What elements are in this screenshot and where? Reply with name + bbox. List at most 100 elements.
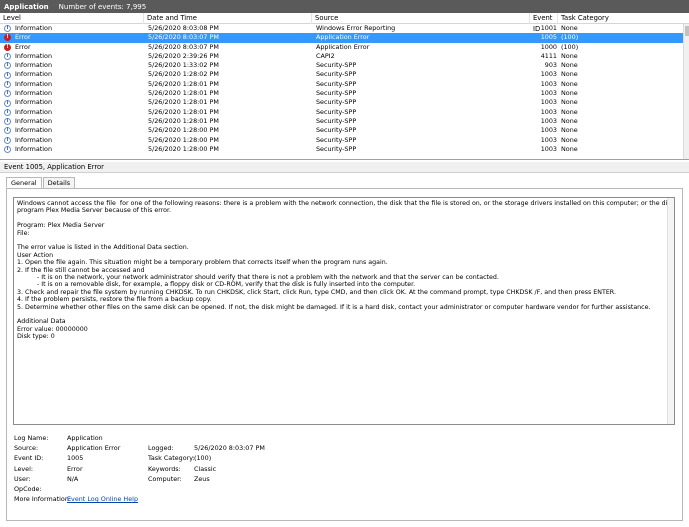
- general-panel: Windows cannot access the file for one o…: [6, 188, 683, 521]
- event-row[interactable]: i Information 5/26/2020 1:28:01 PM Security…: [0, 108, 683, 117]
- event-date: 5/26/2020 1:28:01 PM: [148, 107, 219, 116]
- event-task: None: [561, 89, 578, 98]
- description-line: Error value: 00000000: [17, 325, 88, 333]
- scroll-thumb[interactable]: [685, 26, 689, 36]
- event-date: 5/26/2020 2:39:26 PM: [148, 51, 219, 60]
- event-date: 5/26/2020 1:28:01 PM: [148, 89, 219, 98]
- event-level-text: Information: [15, 24, 52, 32]
- description-line: 5. Determine whether other files on the …: [17, 303, 651, 311]
- event-level: i Information: [4, 61, 144, 70]
- error-icon: !: [4, 43, 11, 51]
- prop-row: OpCode:: [14, 484, 674, 494]
- event-row[interactable]: ! Error 5/26/2020 8:03:07 PM Application Er…: [0, 43, 683, 52]
- keywords-value: Classic: [194, 464, 217, 473]
- event-level: i Information: [4, 52, 144, 61]
- event-description[interactable]: Windows cannot access the file for one o…: [13, 197, 675, 425]
- event-task: None: [561, 79, 578, 88]
- column-level[interactable]: Level: [0, 13, 144, 24]
- event-detail-title: Event 1005, Application Error: [0, 162, 689, 173]
- tab-details[interactable]: Details: [42, 177, 76, 188]
- tab-general[interactable]: General: [6, 177, 42, 188]
- prop-row: Event ID: 1005 Task Category: (100): [14, 453, 674, 463]
- detail-tabs: General Details: [6, 177, 76, 188]
- column-event-id[interactable]: Event ID: [530, 13, 558, 33]
- event-source: CAPI2: [316, 51, 335, 60]
- prop-row: User: N/A Computer: Zeus: [14, 474, 674, 484]
- logged-value: 5/26/2020 8:03:07 PM: [194, 444, 265, 453]
- event-row[interactable]: i Information 5/26/2020 1:28:01 PM Security…: [0, 80, 683, 89]
- event-source: Windows Error Reporting: [316, 24, 396, 32]
- description-scrollbar[interactable]: [667, 198, 674, 424]
- list-scrollbar[interactable]: [683, 24, 689, 159]
- event-level: i Information: [4, 80, 144, 89]
- event-task: None: [561, 98, 578, 107]
- event-date: 5/26/2020 1:28:00 PM: [148, 126, 219, 135]
- keywords-label: Keywords:: [148, 464, 181, 473]
- event-task: None: [561, 144, 578, 153]
- info-icon: i: [4, 118, 11, 126]
- info-icon: i: [4, 71, 11, 79]
- event-id: 1003: [540, 135, 557, 144]
- event-row[interactable]: i Information 5/26/2020 1:28:00 PM Security…: [0, 126, 683, 135]
- event-row[interactable]: i Information 5/26/2020 2:39:26 PM CAPI2 411…: [0, 52, 683, 61]
- description-line: - It is on the network, your network adm…: [17, 274, 499, 282]
- event-id: 1003: [540, 107, 557, 116]
- log-name-value: Application: [67, 434, 103, 442]
- column-task-category[interactable]: Task Category: [558, 13, 689, 24]
- event-level-text: Information: [15, 70, 52, 79]
- event-list[interactable]: Level Date and Time Source Event ID Task…: [0, 13, 689, 160]
- event-level-text: Information: [15, 144, 52, 153]
- logged-label: Logged:: [148, 444, 174, 453]
- event-row[interactable]: i Information 5/26/2020 1:28:00 PM Security…: [0, 145, 683, 154]
- event-list-header: Level Date and Time Source Event ID Task…: [0, 13, 689, 33]
- event-row[interactable]: i Information 5/26/2020 1:28:01 PM Security…: [0, 98, 683, 107]
- event-row[interactable]: ! Error 5/26/2020 8:03:07 PM Application Er…: [0, 33, 683, 43]
- event-row[interactable]: i Information 5/26/2020 1:28:00 PM Security…: [0, 136, 683, 145]
- event-level-text: Information: [15, 89, 52, 98]
- event-id: 1003: [540, 89, 557, 98]
- description-line: [17, 237, 671, 244]
- event-date: 5/26/2020 1:33:02 PM: [148, 61, 219, 70]
- event-source: Security-SPP: [316, 61, 357, 70]
- event-id: 1000: [540, 42, 557, 51]
- info-icon: i: [4, 136, 11, 144]
- event-date: 5/26/2020 8:03:07 PM: [148, 33, 219, 42]
- column-date[interactable]: Date and Time: [144, 13, 312, 24]
- event-source: Security-SPP: [316, 70, 357, 79]
- source-value: Application Error: [67, 444, 121, 453]
- event-task: None: [561, 116, 578, 125]
- info-icon: i: [4, 99, 11, 107]
- event-level-text: Information: [15, 126, 52, 135]
- log-header: Application Number of events: 7,995: [0, 0, 689, 13]
- info-icon: i: [4, 62, 11, 70]
- event-level-text: Information: [15, 98, 52, 107]
- column-source[interactable]: Source: [312, 13, 530, 24]
- event-row[interactable]: i Information 5/26/2020 1:33:02 PM Security…: [0, 61, 683, 70]
- event-id: 1001: [540, 24, 557, 32]
- event-row[interactable]: i Information 5/26/2020 1:28:01 PM Security…: [0, 89, 683, 98]
- description-line: Windows cannot access the file for one o…: [17, 200, 674, 207]
- event-row[interactable]: i Information 5/26/2020 1:28:02 PM Security…: [0, 70, 683, 79]
- description-line: [17, 215, 671, 222]
- event-source: Application Error: [316, 42, 370, 51]
- event-row[interactable]: i Information 5/26/2020 8:03:08 PM Windows …: [0, 24, 683, 33]
- description-line: - It is on a removable disk, for example…: [17, 281, 416, 289]
- event-id-label: Event ID:: [14, 454, 44, 463]
- event-source: Security-SPP: [316, 107, 357, 116]
- event-task: None: [561, 51, 578, 60]
- description-line: File:: [17, 229, 30, 237]
- event-level: i Information: [4, 136, 144, 145]
- description-text: Windows cannot access the file for one o…: [17, 200, 674, 341]
- event-id: 1003: [540, 79, 557, 88]
- description-line: 3. Check and repair the file system by r…: [17, 288, 616, 296]
- event-level-text: Information: [15, 79, 52, 88]
- opcode-label: OpCode:: [14, 484, 42, 493]
- event-id: 1003: [540, 144, 557, 153]
- prop-row: Source: Application Error Logged: 5/26/2…: [14, 443, 674, 453]
- event-task: None: [561, 70, 578, 79]
- event-row[interactable]: i Information 5/26/2020 1:28:01 PM Security…: [0, 117, 683, 126]
- event-task: None: [561, 107, 578, 116]
- event-task: (100): [561, 33, 579, 42]
- event-log-help-link[interactable]: Event Log Online Help: [67, 494, 138, 504]
- event-id: 903: [544, 61, 557, 70]
